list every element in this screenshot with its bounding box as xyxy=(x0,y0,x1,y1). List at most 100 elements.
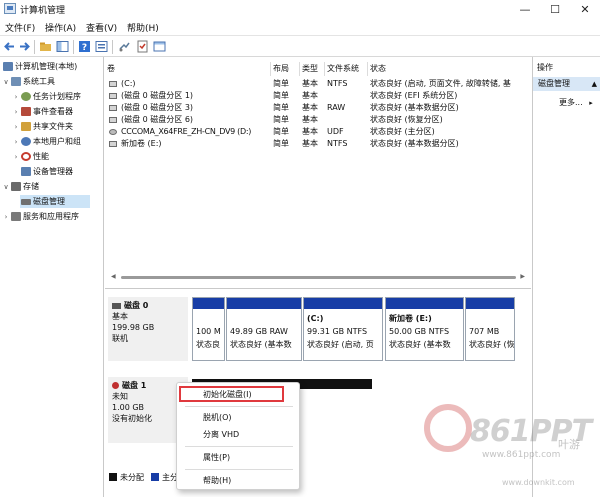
clock-icon xyxy=(21,92,31,101)
disk-graphical-view: 磁盘 0 基本 199.98 GB 联机 100 M 状态良 49.89 GB … xyxy=(105,290,531,497)
partition-efi[interactable]: 100 M 状态良 xyxy=(192,297,225,361)
tree-item-performance[interactable]: › 性能 xyxy=(12,150,49,163)
watermark-cn: 叶游 xyxy=(558,438,580,451)
chevron-down-icon[interactable]: ∨ xyxy=(2,183,10,191)
watermark-url-2: www.downkit.com xyxy=(502,478,575,487)
event-viewer-icon xyxy=(21,107,31,116)
disk-warning-icon xyxy=(112,382,119,389)
folder-up-icon[interactable] xyxy=(39,40,52,53)
table-row[interactable]: CCCOMA_X64FRE_ZH-CN_DV9 (D:) 简单 基本 UDF 状… xyxy=(105,126,531,138)
tree-item-shared-folders[interactable]: › 共享文件夹 xyxy=(12,120,73,133)
legend: 未分配 主分 xyxy=(105,470,185,484)
disk-icon xyxy=(112,302,121,309)
chevron-right-icon[interactable]: › xyxy=(12,108,20,116)
volume-icon xyxy=(109,81,117,87)
menu-file[interactable]: 文件(F) xyxy=(5,21,35,34)
tree-item-event-viewer[interactable]: › 事件查看器 xyxy=(12,105,73,118)
table-row[interactable]: (磁盘 0 磁盘分区 3) 简单 基本 RAW 状态良好 (基本数据分区) xyxy=(105,102,531,114)
actions-section-disk-management[interactable]: 磁盘管理 ▲ xyxy=(533,77,600,91)
legend-unallocated-swatch xyxy=(109,473,117,481)
menu-item-offline[interactable]: 脱机(O) xyxy=(203,412,232,423)
minimize-button[interactable]: — xyxy=(510,0,540,18)
tools-icon xyxy=(11,77,21,86)
tree-item-task-scheduler[interactable]: › 任务计划程序 xyxy=(12,90,81,103)
partition-e[interactable]: 新加卷 (E:) 50.00 GB NTFS 状态良好 (基本数 xyxy=(385,297,464,361)
title-bar: 计算机管理 — ☐ ✕ xyxy=(0,0,600,18)
forward-icon[interactable] xyxy=(18,40,31,53)
menu-help[interactable]: 帮助(H) xyxy=(127,21,159,34)
partition-raw[interactable]: 49.89 GB RAW 状态良好 (基本数 xyxy=(226,297,302,361)
close-button[interactable]: ✕ xyxy=(570,0,600,18)
device-manager-icon xyxy=(21,167,31,176)
folder-icon xyxy=(21,122,31,131)
maximize-button[interactable]: ☐ xyxy=(540,0,570,18)
computer-icon xyxy=(3,62,13,71)
disk-0-label[interactable]: 磁盘 0 基本 199.98 GB 联机 xyxy=(108,297,188,361)
tree-item-system-tools[interactable]: ∨ 系统工具 xyxy=(2,75,55,88)
help-icon[interactable]: ? xyxy=(78,40,91,53)
watermark-logo-icon xyxy=(424,404,472,452)
view-icon[interactable] xyxy=(153,40,166,53)
column-header-filesystem[interactable]: 文件系统 xyxy=(325,62,368,76)
chevron-right-icon[interactable]: › xyxy=(12,138,20,146)
legend-unallocated-label: 未分配 xyxy=(120,473,144,482)
users-icon xyxy=(21,137,31,146)
collapse-icon[interactable]: ▲ xyxy=(592,77,597,91)
chevron-right-icon: ▸ xyxy=(589,99,593,107)
show-hide-tree-icon[interactable] xyxy=(56,40,69,53)
volume-icon xyxy=(109,105,117,111)
horizontal-scrollbar[interactable]: ◀ ▶ xyxy=(111,273,525,281)
volume-list: 卷 布局 类型 文件系统 状态 (C:) 简单 基本 NTFS 状态良好 (启动… xyxy=(105,57,531,289)
chevron-right-icon[interactable]: › xyxy=(2,213,10,221)
table-row[interactable]: (C:) 简单 基本 NTFS 状态良好 (启动, 页面文件, 故障转储, 基 xyxy=(105,78,531,90)
disk-icon xyxy=(21,198,31,205)
menu-view[interactable]: 查看(V) xyxy=(86,21,117,34)
tree-item-device-manager[interactable]: 设备管理器 xyxy=(20,165,73,178)
table-row[interactable]: (磁盘 0 磁盘分区 6) 简单 基本 状态良好 (恢复分区) xyxy=(105,114,531,126)
table-row[interactable]: (磁盘 0 磁盘分区 1) 简单 基本 状态良好 (EFI 系统分区) xyxy=(105,90,531,102)
chevron-right-icon[interactable]: › xyxy=(12,123,20,131)
legend-primary-swatch xyxy=(151,473,159,481)
storage-icon xyxy=(11,182,21,191)
chevron-down-icon[interactable]: ∨ xyxy=(2,78,10,86)
chevron-right-icon[interactable]: › xyxy=(12,153,20,161)
menu-item-help[interactable]: 帮助(H) xyxy=(203,475,231,486)
actions-header: 操作 xyxy=(537,63,553,72)
tree-item-computer-management[interactable]: 计算机管理(本地) xyxy=(2,60,77,73)
partition-c[interactable]: (C:) 99.31 GB NTFS 状态良好 (启动, 页 xyxy=(303,297,383,361)
column-header-layout[interactable]: 布局 xyxy=(271,62,300,76)
tree-item-storage[interactable]: ∨ 存储 xyxy=(2,180,39,193)
tree-item-disk-management[interactable]: 磁盘管理 xyxy=(20,195,90,208)
tree-item-services-apps[interactable]: › 服务和应用程序 xyxy=(2,210,79,223)
menu-item-detach-vhd[interactable]: 分离 VHD xyxy=(203,429,239,440)
context-menu: 初始化磁盘(I) 脱机(O) 分离 VHD 属性(P) 帮助(H) xyxy=(176,382,300,490)
properties-icon[interactable] xyxy=(95,40,108,53)
table-row[interactable]: 新加卷 (E:) 简单 基本 NTFS 状态良好 (基本数据分区) xyxy=(105,138,531,150)
connect-icon[interactable] xyxy=(118,40,131,53)
back-icon[interactable] xyxy=(3,40,16,53)
more-actions-link[interactable]: 更多... ▸ xyxy=(559,97,593,108)
volume-icon xyxy=(109,117,117,123)
column-header-status[interactable]: 状态 xyxy=(368,62,531,76)
window-title: 计算机管理 xyxy=(20,6,66,16)
watermark-url: www.861ppt.com xyxy=(482,450,561,460)
svg-text:?: ? xyxy=(82,43,87,53)
chevron-right-icon[interactable]: › xyxy=(12,93,20,101)
dvd-drive-icon xyxy=(109,129,117,135)
partition-recovery[interactable]: 707 MB 状态良好 (恢复 xyxy=(465,297,515,361)
tree-item-local-users[interactable]: › 本地用户和组 xyxy=(12,135,81,148)
menu-bar: 文件(F) 操作(A) 查看(V) 帮助(H) xyxy=(0,18,600,35)
menu-action[interactable]: 操作(A) xyxy=(45,21,76,34)
column-header-type[interactable]: 类型 xyxy=(300,62,325,76)
performance-icon xyxy=(21,152,31,161)
scrollbar-thumb[interactable] xyxy=(121,276,516,279)
toolbar: ? xyxy=(0,35,600,57)
scroll-left-icon[interactable]: ◀ xyxy=(111,273,116,280)
menu-item-initialize-disk[interactable]: 初始化磁盘(I) xyxy=(203,389,252,400)
checklist-icon[interactable] xyxy=(136,40,149,53)
menu-item-properties[interactable]: 属性(P) xyxy=(203,452,230,463)
navigation-tree: 计算机管理(本地) ∨ 系统工具 › 任务计划程序 › 事件查看器 › 共享文件… xyxy=(0,57,104,497)
scroll-right-icon[interactable]: ▶ xyxy=(520,273,525,280)
volume-icon xyxy=(109,141,117,147)
column-header-volume[interactable]: 卷 xyxy=(105,62,271,76)
